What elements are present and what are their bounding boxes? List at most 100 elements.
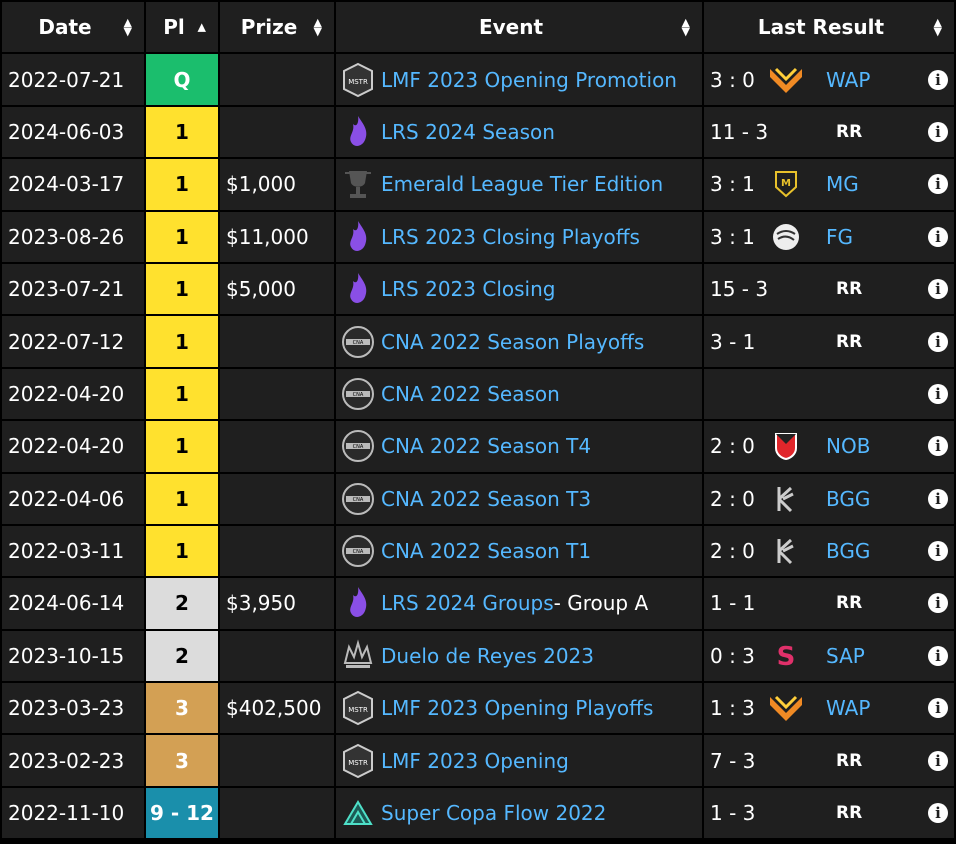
date-cell: 2022-04-20 bbox=[2, 421, 144, 472]
date-column-header[interactable]: Date ▲ ▼ bbox=[2, 2, 144, 53]
info-icon[interactable]: i bbox=[928, 226, 948, 247]
event-link[interactable]: LRS 2024 Groups bbox=[381, 591, 554, 615]
event-link[interactable]: Duelo de Reyes 2023 bbox=[381, 644, 594, 668]
info-icon[interactable]: i bbox=[928, 279, 948, 300]
lrs-icon[interactable] bbox=[340, 585, 376, 621]
info-icon[interactable]: i bbox=[928, 331, 948, 352]
round-robin-label: RR bbox=[836, 279, 863, 300]
cna-icon[interactable]: CNA bbox=[340, 428, 376, 464]
place-column-header[interactable]: Pl ▲ bbox=[146, 2, 218, 53]
lrs-icon[interactable] bbox=[340, 114, 376, 150]
event-link[interactable]: LMF 2023 Opening bbox=[381, 749, 569, 773]
lrs-icon[interactable] bbox=[340, 271, 376, 307]
event-cell: CNA CNA 2022 Season Playoffs bbox=[336, 316, 702, 367]
table-row: 2022-04-20 1 CNA CNA 2022 Season i bbox=[2, 368, 954, 420]
opponent-team-link[interactable]: BGG bbox=[826, 487, 870, 511]
info-icon[interactable]: i bbox=[928, 645, 948, 666]
sort-both-icon[interactable]: ▲ ▼ bbox=[934, 17, 942, 37]
placement-cell: 1 bbox=[146, 421, 218, 472]
event-link[interactable]: CNA 2022 Season Playoffs bbox=[381, 330, 644, 354]
placement-cell: 3 bbox=[146, 735, 218, 786]
trophy-icon[interactable] bbox=[340, 166, 376, 202]
masters-icon[interactable]: MSTR bbox=[340, 743, 376, 779]
sort-up-icon[interactable]: ▲ bbox=[198, 22, 206, 33]
cna-icon[interactable]: CNA bbox=[340, 481, 376, 517]
last-result-cell: 15 - 3 RR i bbox=[704, 263, 954, 315]
table-row: 2023-07-21 1 $5,000 LRS 2023 Closing 15 - 3 R… bbox=[2, 263, 954, 315]
placement-cell: 1 bbox=[146, 525, 218, 577]
match-score: 2 : 0 bbox=[710, 486, 755, 511]
opponent-team-link[interactable]: BGG bbox=[826, 539, 870, 563]
info-icon[interactable]: i bbox=[928, 750, 948, 771]
cna-icon[interactable]: CNA bbox=[340, 324, 376, 360]
nob-logo-icon[interactable] bbox=[768, 428, 804, 464]
opponent-team-link[interactable]: NOB bbox=[826, 434, 870, 458]
cna-icon[interactable]: CNA bbox=[340, 533, 376, 569]
placement-cell: 1 bbox=[146, 316, 218, 367]
event-link[interactable]: LRS 2023 Closing Playoffs bbox=[381, 225, 640, 249]
fg-logo-icon[interactable] bbox=[768, 219, 804, 255]
info-icon[interactable]: i bbox=[928, 436, 948, 457]
svg-text:MSTR: MSTR bbox=[348, 706, 368, 714]
sort-both-icon[interactable]: ▲ ▼ bbox=[682, 17, 690, 37]
info-icon[interactable]: i bbox=[928, 593, 948, 614]
match-score: 0 : 3 bbox=[710, 643, 755, 668]
info-icon[interactable]: i bbox=[928, 121, 948, 142]
flow-icon[interactable] bbox=[340, 795, 376, 831]
placement-cell: 1 bbox=[146, 368, 218, 420]
prize-cell bbox=[220, 735, 334, 786]
event-link[interactable]: CNA 2022 Season bbox=[381, 382, 560, 406]
prize-cell: $1,000 bbox=[220, 159, 334, 210]
header-row: Date ▲ ▼ Pl ▲ Prize ▲ ▼ Event ▲ ▼ Last Result ▲ ▼ bbox=[2, 2, 954, 53]
masters-icon[interactable]: MSTR bbox=[340, 62, 376, 98]
opponent-team-link[interactable]: WAP bbox=[826, 68, 870, 92]
date-cell: 2022-04-20 bbox=[2, 368, 144, 420]
placement-cell: 1 bbox=[146, 106, 218, 158]
event-link[interactable]: LMF 2023 Opening Promotion bbox=[381, 68, 677, 92]
event-cell: Emerald League Tier Edition bbox=[336, 159, 702, 210]
info-icon[interactable]: i bbox=[928, 803, 948, 824]
event-link[interactable]: CNA 2022 Season T1 bbox=[381, 539, 591, 563]
sort-both-icon[interactable]: ▲ ▼ bbox=[124, 17, 132, 37]
cna-icon[interactable]: CNA bbox=[340, 376, 376, 412]
match-score: 3 : 1 bbox=[710, 224, 755, 249]
event-link[interactable]: CNA 2022 Season T4 bbox=[381, 434, 591, 458]
event-link[interactable]: Emerald League Tier Edition bbox=[381, 172, 663, 196]
info-icon[interactable]: i bbox=[928, 488, 948, 509]
last-result-cell: i bbox=[704, 368, 954, 420]
date-cell: 2024-03-17 bbox=[2, 159, 144, 210]
prize-column-header[interactable]: Prize ▲ ▼ bbox=[220, 2, 334, 53]
masters-icon[interactable]: MSTR bbox=[340, 690, 376, 726]
wap-logo-icon[interactable] bbox=[768, 690, 804, 726]
event-link[interactable]: LRS 2023 Closing bbox=[381, 277, 555, 301]
prize-cell bbox=[220, 630, 334, 682]
wap-logo-icon[interactable] bbox=[768, 62, 804, 98]
last-result-column-header[interactable]: Last Result ▲ ▼ bbox=[704, 2, 954, 53]
opponent-team-link[interactable]: SAP bbox=[826, 644, 865, 668]
event-link[interactable]: LRS 2024 Season bbox=[381, 120, 555, 144]
bgg-logo-icon[interactable] bbox=[768, 481, 804, 517]
info-icon[interactable]: i bbox=[928, 383, 948, 404]
match-score: 3 : 0 bbox=[710, 67, 755, 92]
opponent-team-link[interactable]: WAP bbox=[826, 696, 870, 720]
bgg-logo-icon[interactable] bbox=[768, 533, 804, 569]
sort-both-icon[interactable]: ▲ ▼ bbox=[314, 17, 322, 37]
opponent-team-link[interactable]: MG bbox=[826, 172, 859, 196]
info-icon[interactable]: i bbox=[928, 69, 948, 90]
info-icon[interactable]: i bbox=[928, 174, 948, 195]
prize-cell: $3,950 bbox=[220, 578, 334, 629]
table-row: 2024-03-17 1 $1,000 Emerald League Tier Edi… bbox=[2, 159, 954, 210]
opponent-team-link[interactable]: FG bbox=[826, 225, 853, 249]
event-link[interactable]: CNA 2022 Season T3 bbox=[381, 487, 591, 511]
date-cell: 2024-06-03 bbox=[2, 106, 144, 158]
info-icon[interactable]: i bbox=[928, 541, 948, 562]
sap-logo-icon[interactable]: S bbox=[768, 638, 804, 674]
lrs-icon[interactable] bbox=[340, 219, 376, 255]
crown-icon[interactable] bbox=[340, 638, 376, 674]
info-icon[interactable]: i bbox=[928, 698, 948, 719]
event-link[interactable]: LMF 2023 Opening Playoffs bbox=[381, 696, 653, 720]
match-score: 15 - 3 bbox=[710, 277, 769, 302]
mg-logo-icon[interactable]: M bbox=[768, 166, 804, 202]
event-column-header[interactable]: Event ▲ ▼ bbox=[336, 2, 702, 53]
event-link[interactable]: Super Copa Flow 2022 bbox=[381, 801, 606, 825]
